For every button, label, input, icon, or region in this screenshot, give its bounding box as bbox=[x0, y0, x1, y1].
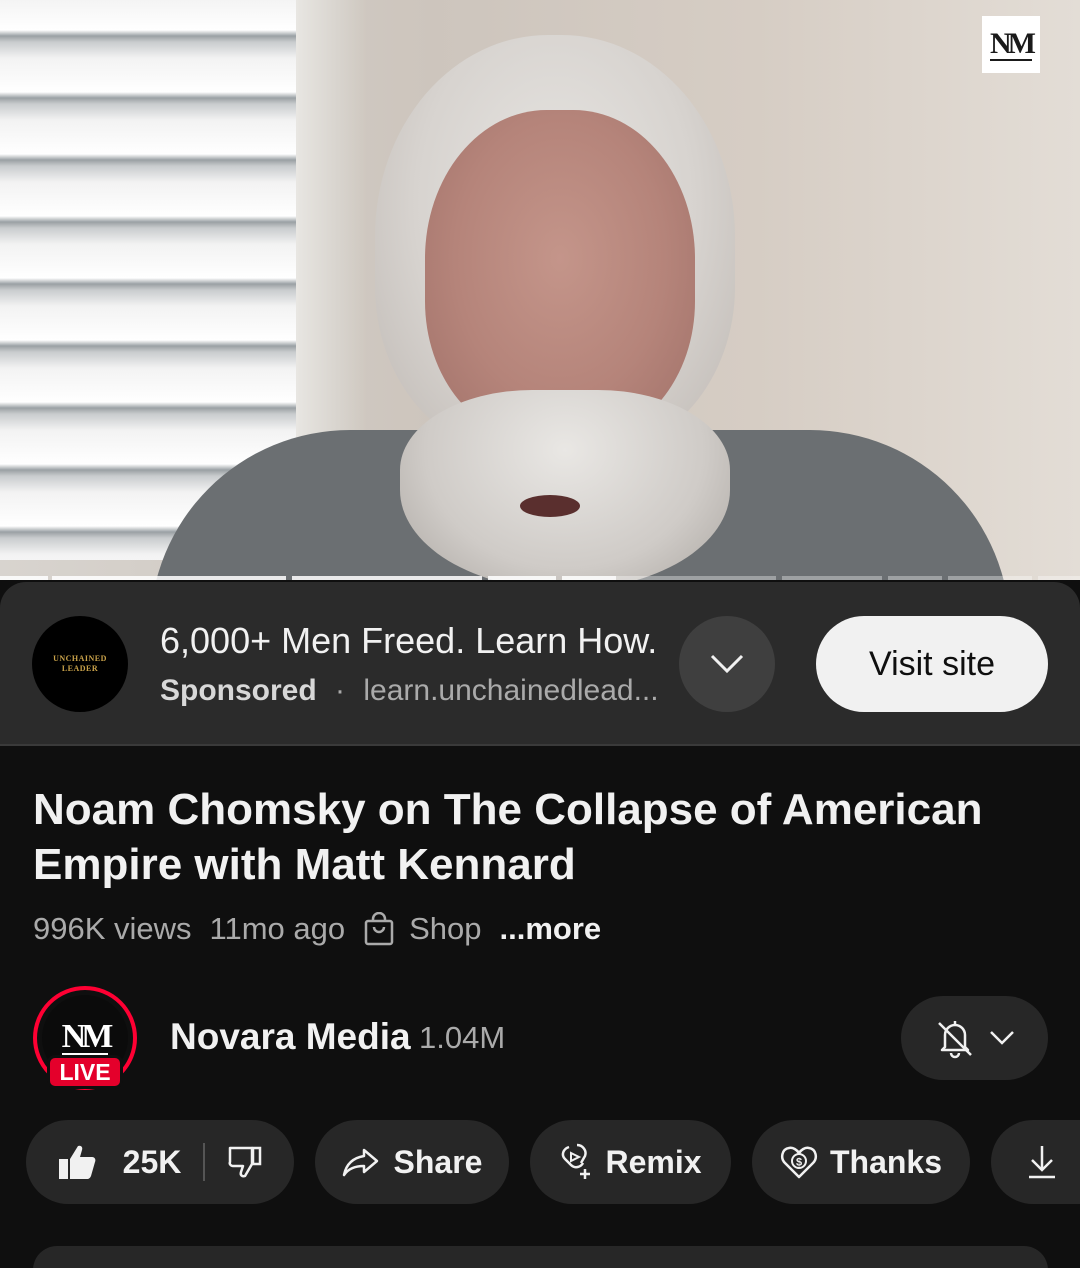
more-button[interactable]: ...more bbox=[500, 911, 602, 947]
share-arrow-icon bbox=[342, 1148, 378, 1177]
channel-watermark: NM bbox=[982, 16, 1040, 73]
shop-link[interactable]: Shop bbox=[363, 911, 482, 947]
like-divider bbox=[203, 1143, 206, 1181]
shop-label: Shop bbox=[409, 911, 482, 946]
speaker-mouth bbox=[520, 495, 580, 517]
advertiser-logo-line2: LEADER bbox=[61, 664, 99, 673]
ad-url: learn.unchainedlead... bbox=[363, 674, 659, 707]
thanks-button[interactable]: $ Thanks bbox=[752, 1120, 970, 1204]
channel-avatar-logo: NM bbox=[61, 1017, 113, 1056]
download-icon bbox=[1029, 1146, 1055, 1179]
thanks-label: Thanks bbox=[829, 1143, 943, 1180]
advertiser-logo[interactable]: UNCHAINED LEADER bbox=[32, 616, 128, 712]
ad-meta-separator: · bbox=[335, 674, 346, 707]
chevron-down-icon bbox=[989, 1031, 1014, 1045]
remix-label: Remix bbox=[605, 1143, 702, 1180]
bell-off-icon bbox=[937, 1021, 972, 1059]
live-badge: LIVE bbox=[47, 1055, 123, 1089]
advertiser-logo-line1: UNCHAINED bbox=[53, 654, 107, 663]
comments-panel-peek[interactable] bbox=[33, 1246, 1048, 1268]
svg-text:$: $ bbox=[796, 1157, 802, 1169]
view-count: 996K views bbox=[33, 911, 192, 946]
visit-site-button[interactable]: Visit site bbox=[816, 616, 1048, 712]
video-meta[interactable]: 996K views 11mo ago Shop ...more bbox=[33, 911, 619, 947]
window-frame bbox=[296, 0, 366, 470]
thumbs-up-icon[interactable] bbox=[57, 1143, 97, 1181]
share-button[interactable]: Share bbox=[315, 1120, 509, 1204]
notification-settings-button[interactable] bbox=[901, 996, 1048, 1080]
share-label: Share bbox=[393, 1143, 483, 1180]
ad-meta: Sponsored · learn.unchainedlead... bbox=[160, 674, 659, 708]
subscriber-count: 1.04M bbox=[419, 1020, 506, 1055]
shopping-bag-icon bbox=[364, 912, 394, 946]
chevron-down-icon bbox=[710, 654, 744, 674]
channel-name[interactable]: Novara Media bbox=[170, 1016, 411, 1058]
ad-headline[interactable]: 6,000+ Men Freed. Learn How. bbox=[160, 620, 657, 662]
sponsored-label: Sponsored bbox=[160, 674, 317, 707]
speaker-beard bbox=[400, 390, 730, 580]
channel-watermark-logo: NM bbox=[990, 26, 1036, 61]
like-count[interactable]: 25K bbox=[123, 1144, 182, 1181]
sponsored-ad-card[interactable]: UNCHAINED LEADER 6,000+ Men Freed. Learn… bbox=[0, 582, 1080, 746]
download-button[interactable] bbox=[991, 1120, 1080, 1204]
like-dislike-group: 25K bbox=[26, 1120, 294, 1204]
chapter-progress-bar[interactable] bbox=[0, 576, 1080, 580]
video-title[interactable]: Noam Chomsky on The Collapse of American… bbox=[33, 782, 1043, 892]
remix-button[interactable]: Remix bbox=[530, 1120, 731, 1204]
upload-age: 11mo ago bbox=[209, 911, 346, 946]
video-player[interactable]: NM bbox=[0, 0, 1080, 580]
thanks-heart-icon: $ bbox=[780, 1146, 818, 1179]
thumbs-down-icon[interactable] bbox=[227, 1145, 263, 1179]
ad-expand-button[interactable] bbox=[679, 616, 775, 712]
remix-icon bbox=[562, 1143, 591, 1179]
